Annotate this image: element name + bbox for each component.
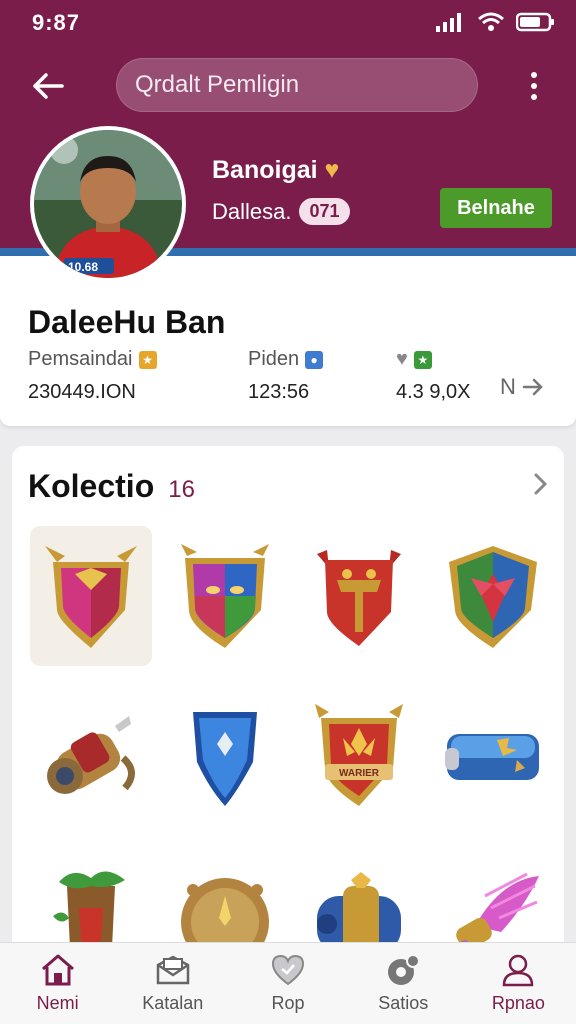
stat-label: Pemsaindai (28, 348, 133, 370)
green-leaf-shield-icon (449, 546, 537, 648)
stat-value: 123:56 (248, 381, 310, 403)
cannon-icon (47, 716, 135, 794)
status-icons (436, 12, 556, 32)
collection-count: 16 (168, 476, 195, 503)
stats-more-link[interactable]: N (500, 374, 544, 400)
profile-title: DaleeHu Ban (28, 304, 226, 340)
stat-block: Pemsaindai ★ 230449.ION (28, 348, 157, 404)
avatar-badge-text: 10.68 (68, 260, 98, 274)
stat-value: 4.3 9,0X (396, 381, 471, 403)
magenta-horned-shield-icon (45, 546, 137, 648)
avatar-image: 10.68 (34, 130, 182, 278)
heart-icon (271, 954, 305, 986)
red-helmet-icon (317, 550, 401, 646)
stat-block: ♥ ★ 4.3 9,0X (396, 348, 471, 404)
player-name: Banoigai ♥ (212, 156, 340, 184)
collection-title: Kolectio 16 (28, 468, 195, 504)
blue-shield-icon (193, 712, 257, 806)
collection-grid: WARIER (30, 526, 558, 966)
bottom-navigation: Nemi Katalan Rop Satios Rpnao (0, 942, 576, 1024)
home-icon (41, 954, 74, 986)
nav-label: Rop (271, 993, 305, 1013)
wifi-icon (478, 12, 504, 31)
collection-card: Kolectio 16 WARIER (12, 446, 564, 966)
nav-settings[interactable]: Satios (346, 943, 461, 1024)
nav-label: Rpnao (491, 993, 545, 1013)
collection-item[interactable] (432, 684, 554, 824)
signal-icon (436, 13, 461, 32)
clock-icon: ● (305, 350, 324, 369)
nav-favorites[interactable]: Rop (230, 943, 345, 1024)
back-arrow-icon (33, 73, 64, 99)
stat-block: Piden ● 123:56 (248, 348, 324, 404)
collection-item[interactable] (432, 526, 554, 666)
profile-icon (503, 954, 534, 987)
status-bar: 9:87 (0, 0, 576, 44)
collection-item[interactable]: WARIER (298, 684, 420, 824)
chevron-right-icon[interactable] (532, 472, 550, 501)
heart-icon: ♥ (324, 156, 340, 184)
svg-text:WARIER: WARIER (339, 768, 380, 779)
catalog-icon (156, 955, 190, 985)
nav-profile[interactable]: Rpnao (461, 943, 576, 1024)
follow-button[interactable]: Belnahe (440, 188, 552, 228)
nav-home[interactable]: Nemi (0, 943, 115, 1024)
back-button[interactable] (28, 66, 68, 106)
more-options-button[interactable] (516, 66, 552, 106)
coin-icon: ★ (138, 350, 157, 369)
nav-catalog[interactable]: Katalan (115, 943, 230, 1024)
purple-blue-helm-icon (181, 544, 269, 648)
search-input[interactable]: Qrdalt Pemligin (116, 58, 478, 112)
profile-card: DaleeHu Ban Pemsaindai ★ 230449.ION Pide… (0, 256, 576, 426)
blue-pod-icon (445, 734, 539, 780)
nav-label: Satios (378, 993, 429, 1013)
battery-icon (516, 12, 554, 32)
status-time: 9:87 (32, 10, 81, 35)
avatar[interactable]: 10.68 (30, 126, 186, 282)
star-icon: ★ (413, 350, 432, 369)
nav-label: Nemi (36, 993, 79, 1013)
like-icon: ♥ (396, 348, 408, 370)
crest-shield-icon: WARIER (315, 704, 403, 806)
collection-item[interactable] (298, 526, 420, 666)
stat-label: Piden (248, 348, 300, 370)
player-badge: 071 (299, 198, 350, 225)
search-placeholder: Qrdalt Pemligin (135, 71, 300, 98)
collection-item[interactable] (30, 526, 152, 666)
more-dots-icon (531, 72, 537, 78)
arrow-right-icon (522, 378, 543, 396)
collection-item[interactable] (164, 526, 286, 666)
collection-item[interactable] (164, 684, 286, 824)
stat-value: 230449.ION (28, 381, 136, 403)
player-subtitle: Dallesa. 071 (212, 198, 350, 225)
nav-label: Katalan (142, 993, 204, 1013)
collection-item[interactable] (30, 684, 152, 824)
settings-icon (388, 954, 421, 985)
